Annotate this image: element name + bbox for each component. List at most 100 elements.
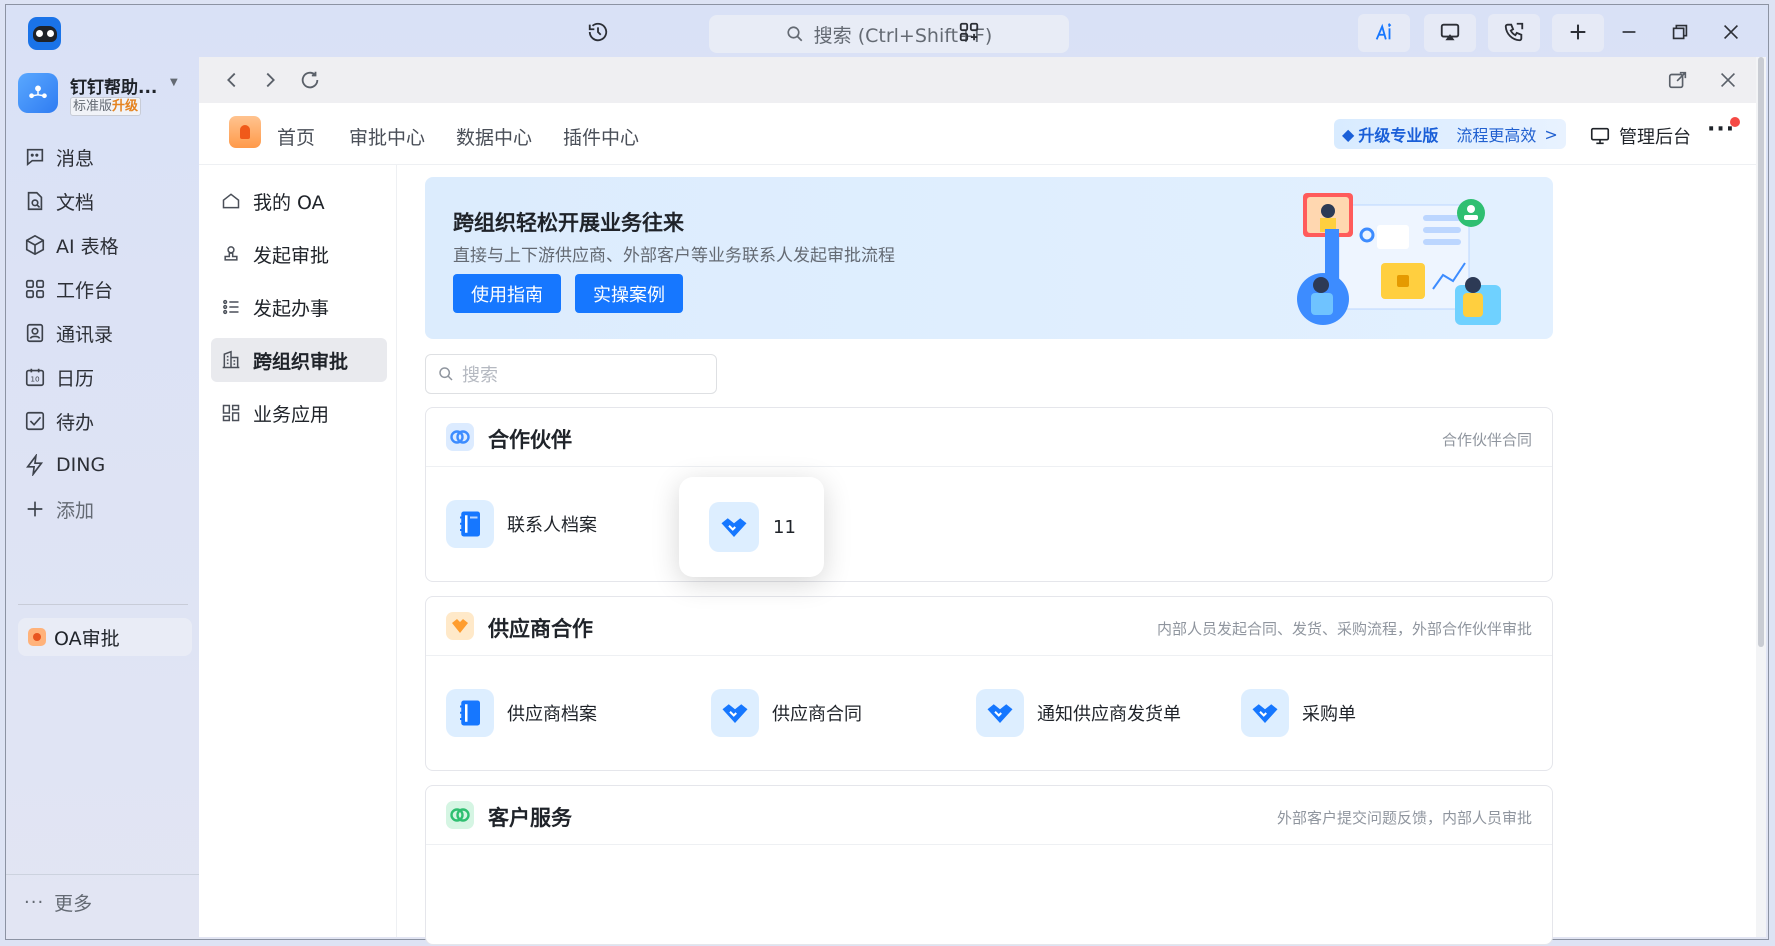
section-title: 合作伙伴 [488,428,572,452]
upgrade-pro-button[interactable]: ◆ 升级专业版 流程更高效 > [1334,119,1566,149]
dingtalk-logo-icon[interactable] [28,17,61,50]
file-icon [446,689,494,737]
nav-item-ding[interactable]: DING [24,445,190,485]
refresh-icon[interactable] [297,67,323,93]
banner-subtitle: 直接与上下游供应商、外部客户等业务联系人发起审批流程 [453,246,895,266]
back-icon[interactable] [219,67,245,93]
dragging-app-card[interactable]: 11 [679,477,824,577]
tab-plugin-center[interactable]: 插件中心 [563,123,639,150]
message-icon [26,148,44,167]
nav-item-workbench[interactable]: 工作台 [24,269,190,309]
side-label: 跨组织审批 [253,350,349,373]
suppliers-section-icon [446,612,474,640]
handshake-icon [709,502,759,552]
section-title: 供应商合作 [488,617,593,641]
app-label: 采购单 [1302,704,1356,725]
nav-item-contacts[interactable]: 通讯录 [24,313,190,353]
nav-item-docs[interactable]: 文档 [24,181,190,221]
side-label: 发起办事 [253,297,330,320]
customer-service-section-icon [446,801,474,829]
plus-icon[interactable] [1561,17,1595,47]
app-label: 联系人档案 [507,515,597,536]
restore-icon[interactable] [1663,17,1697,47]
chevron-right-icon: > [1544,124,1558,144]
side-item-cross-org-approval[interactable]: 跨组织审批 [211,338,387,382]
app-window: 搜索 (Ctrl+Shift+F) 钉钉帮助... ▼ 标准版升级 消息 文档 … [5,4,1769,945]
screen-cast-icon[interactable] [1433,17,1467,47]
app-supplier-shipping-notice[interactable]: 通知供应商发货单 [976,689,1181,737]
nav-item-add[interactable]: 添加 [24,489,190,529]
banner-illustration [1297,193,1501,325]
minimize-icon[interactable] [1612,17,1646,47]
ai-table-icon [25,234,45,256]
handshake-icon [711,689,759,737]
global-search-input[interactable]: 搜索 (Ctrl+Shift+F) [709,15,1069,53]
phone-icon[interactable] [1497,17,1531,47]
app-supplier-contract[interactable]: 供应商合同 [711,689,862,737]
app-supplier-archive[interactable]: 供应商档案 [446,689,597,737]
calendar-icon: 10 [25,368,45,387]
file-icon [446,500,494,548]
plan-badge[interactable]: 标准版升级 [70,97,142,116]
nav-label: AI 表格 [56,235,119,258]
org-switcher[interactable]: 钉钉帮助... ▼ 标准版升级 [18,71,188,119]
promo-banner: 跨组织轻松开展业务往来 直接与上下游供应商、外部客户等业务联系人发起审批流程 使… [425,177,1553,339]
scrollbar-thumb[interactable] [1758,57,1764,647]
app-search-input[interactable]: 搜索 [425,354,717,394]
ding-icon [26,454,44,476]
open-external-icon[interactable] [1665,67,1691,93]
section-title: 客户服务 [488,806,572,830]
nav-item-calendar[interactable]: 10 日历 [24,357,190,397]
side-item-start-approval[interactable]: 发起审批 [211,232,387,276]
upgrade-label: 升级专业版 [1358,126,1439,145]
history-icon[interactable] [581,17,615,47]
nav-item-messages[interactable]: 消息 [24,137,190,177]
chevron-down-icon[interactable]: ▼ [170,77,178,88]
nav-label: 日历 [56,367,95,390]
tab-home[interactable]: 首页 [277,123,315,150]
side-item-start-task[interactable]: 发起办事 [211,285,387,329]
oa-logo-icon[interactable] [229,116,261,148]
org-name: 钉钉帮助... [70,78,158,98]
close-tab-icon[interactable] [1715,67,1741,93]
nav-item-more[interactable]: ··· 更多 [24,882,190,922]
side-item-business-apps[interactable]: 业务应用 [211,391,387,435]
side-label: 发起审批 [253,244,330,267]
admin-label: 管理后台 [1619,127,1691,148]
app-purchase-order[interactable]: 采购单 [1241,689,1356,737]
upgrade-label[interactable]: 升级 [112,99,138,114]
nav-label: 工作台 [56,279,114,302]
section-desc: 合作伙伴合同 [1441,431,1532,449]
side-item-my-oa[interactable]: 我的 OA [211,179,387,223]
section-suppliers: 供应商合作 内部人员发起合同、发货、采购流程，外部合作伙伴审批 供应商档案 供应… [425,596,1553,771]
org-avatar-icon [18,73,58,113]
nav-item-ai-table[interactable]: AI 表格 [24,225,190,265]
upgrade-sub-label: 流程更高效 [1456,126,1537,145]
partners-section-icon [446,423,474,451]
nav-item-todo[interactable]: 待办 [24,401,190,441]
ai-icon[interactable] [1367,17,1401,47]
pinned-app-oa[interactable]: OA审批 [18,618,192,656]
search-icon [787,26,803,42]
building-icon [222,350,240,369]
nav-divider [18,604,188,605]
tab-data-center[interactable]: 数据中心 [456,123,532,150]
app-contact-archive[interactable]: 联系人档案 [446,500,597,548]
guide-button[interactable]: 使用指南 [453,274,561,313]
title-bar: 搜索 (Ctrl+Shift+F) [6,5,1768,57]
section-customer-service: 客户服务 外部客户提交问题反馈，内部人员审批 [425,785,1553,945]
app-label: 通知供应商发货单 [1037,704,1181,725]
admin-console-button[interactable]: 管理后台 [1589,123,1691,149]
cases-button[interactable]: 实操案例 [575,274,683,313]
tab-approval-center[interactable]: 审批中心 [349,123,425,150]
page-scrollbar[interactable] [1756,57,1766,937]
forward-icon[interactable] [257,67,283,93]
pinned-app-label: OA审批 [54,627,120,650]
app-label: 11 [773,516,796,538]
nav-label: 消息 [56,147,95,170]
close-icon[interactable] [1714,17,1748,47]
contacts-icon [26,323,44,343]
apps-add-icon[interactable] [952,17,986,47]
search-placeholder: 搜索 [462,365,498,386]
workbench-icon [25,279,45,299]
